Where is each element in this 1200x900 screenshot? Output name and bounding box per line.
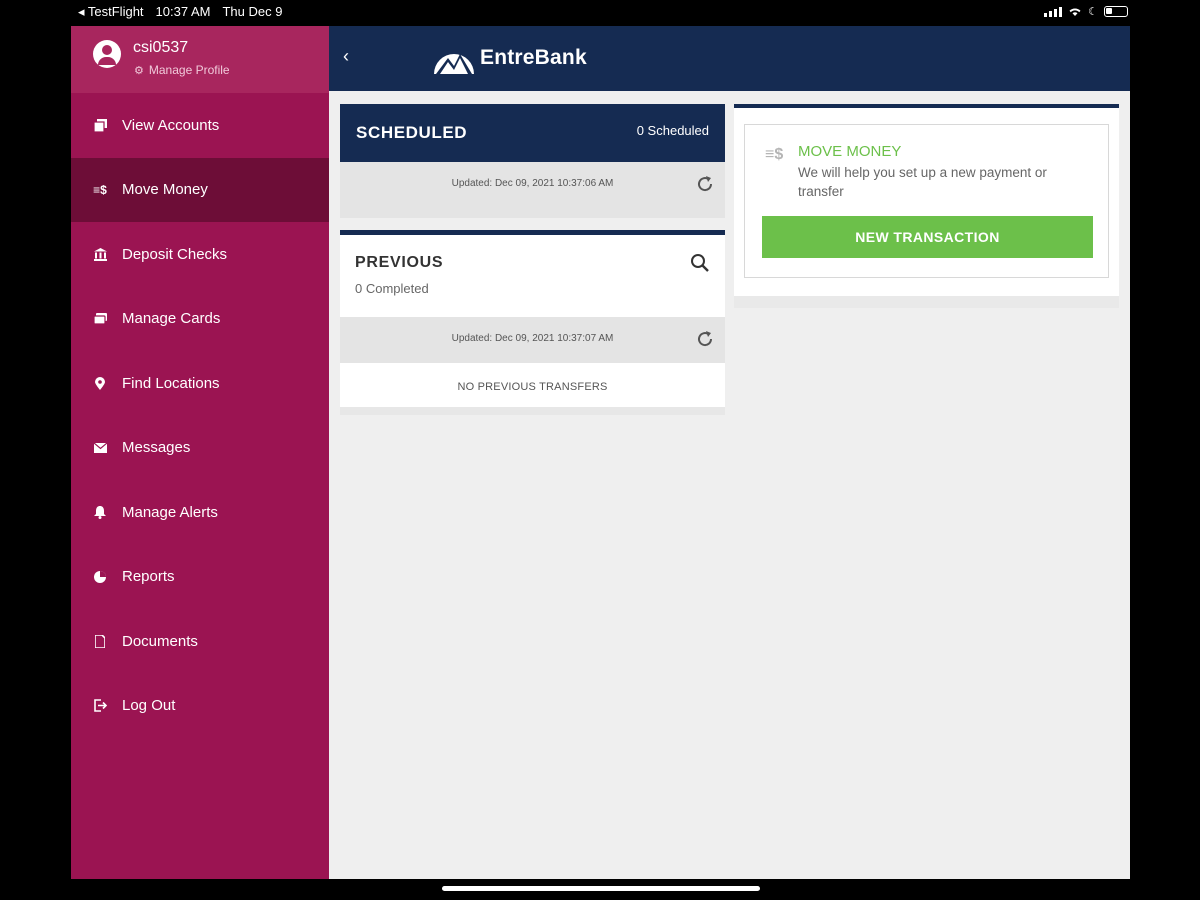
move-money-card: ≡$ MOVE MONEY We will help you set up a …: [734, 104, 1119, 308]
envelope-icon: [93, 441, 107, 455]
sidebar-item-move-money[interactable]: ≡$ Move Money: [71, 157, 329, 222]
scheduled-header: SCHEDULED 0 Scheduled: [340, 104, 725, 162]
sidebar-item-label: Reports: [122, 568, 175, 586]
sidebar-item-label: Manage Cards: [122, 310, 221, 328]
back-chevron-icon[interactable]: ‹: [343, 46, 349, 67]
scheduled-title: SCHEDULED: [356, 123, 468, 142]
sidebar: csi0537 ⚙ Manage Profile View Accounts ≡…: [71, 26, 329, 879]
sidebar-item-find-locations[interactable]: Find Locations: [71, 351, 329, 416]
status-time: 10:37 AM: [155, 4, 211, 19]
move-money-panel: ≡$ MOVE MONEY We will help you set up a …: [744, 124, 1109, 278]
top-bar: ‹ EntreBank: [329, 26, 1130, 91]
card-icon: [93, 312, 107, 326]
move-money-title: MOVE MONEY: [798, 143, 902, 160]
manage-profile-link[interactable]: ⚙ Manage Profile: [134, 63, 230, 77]
app-window: csi0537 ⚙ Manage Profile View Accounts ≡…: [71, 26, 1130, 879]
sidebar-item-label: Documents: [122, 632, 198, 650]
scheduled-updated-row: Updated: Dec 09, 2021 10:37:06 AM: [340, 162, 725, 208]
sidebar-item-manage-cards[interactable]: Manage Cards: [71, 287, 329, 352]
bank-icon: [93, 247, 107, 261]
profile-header[interactable]: csi0537 ⚙ Manage Profile: [71, 26, 329, 93]
pie-chart-icon: [93, 570, 107, 584]
battery-icon: [1104, 6, 1128, 17]
gear-icon: ⚙: [134, 64, 144, 77]
previous-title: PREVIOUS: [355, 254, 444, 271]
previous-updated-row: Updated: Dec 09, 2021 10:37:07 AM: [340, 317, 725, 363]
logout-icon: [93, 699, 107, 713]
wifi-icon: [1069, 8, 1081, 16]
home-indicator[interactable]: [442, 886, 760, 891]
brand-name: EntreBank: [480, 46, 587, 69]
sidebar-item-messages[interactable]: Messages: [71, 416, 329, 481]
scheduled-card: SCHEDULED 0 Scheduled Updated: Dec 09, 2…: [340, 104, 725, 218]
sidebar-item-reports[interactable]: Reports: [71, 545, 329, 610]
sidebar-item-label: Log Out: [122, 697, 176, 715]
status-bar: ◂ TestFlight 10:37 AM Thu Dec 9 ☾: [0, 0, 1200, 24]
sidebar-item-label: Deposit Checks: [122, 245, 228, 263]
location-pin-icon: [93, 376, 107, 390]
avatar-icon: [93, 40, 121, 68]
previous-completed-count: 0 Completed: [355, 281, 429, 296]
sidebar-item-log-out[interactable]: Log Out: [71, 674, 329, 739]
brand-logo: EntreBank: [432, 40, 587, 76]
manage-profile-label: Manage Profile: [148, 63, 230, 77]
transfer-icon: ≡$: [93, 182, 107, 197]
moon-icon: ☾: [1088, 6, 1098, 18]
signal-icon: [1044, 6, 1063, 17]
scheduled-count: 0 Scheduled: [636, 123, 709, 138]
back-to-app-link[interactable]: ◂ TestFlight: [78, 4, 144, 20]
sidebar-item-view-accounts[interactable]: View Accounts: [71, 93, 329, 158]
refresh-icon[interactable]: [695, 174, 715, 194]
username: csi0537: [133, 39, 189, 56]
status-date: Thu Dec 9: [222, 4, 283, 19]
sidebar-item-label: Manage Alerts: [122, 503, 218, 521]
search-icon[interactable]: [689, 252, 711, 274]
sidebar-item-label: Move Money: [122, 181, 208, 199]
card-footer: [340, 407, 725, 415]
move-money-description: We will help you set up a new payment or…: [798, 165, 1047, 199]
scheduled-updated-text: Updated: Dec 09, 2021 10:37:06 AM: [451, 178, 614, 189]
bell-icon: [93, 505, 107, 519]
sidebar-item-label: Messages: [122, 439, 191, 457]
sidebar-item-label: View Accounts: [122, 116, 220, 134]
card-footer: [734, 296, 1119, 308]
previous-updated-text: Updated: Dec 09, 2021 10:37:07 AM: [451, 333, 614, 344]
sidebar-item-label: Find Locations: [122, 374, 220, 392]
sidebar-item-manage-alerts[interactable]: Manage Alerts: [71, 480, 329, 545]
new-transaction-button[interactable]: NEW TRANSACTION: [762, 216, 1093, 258]
sidebar-item-documents[interactable]: Documents: [71, 609, 329, 674]
mountain-logo-icon: [434, 54, 474, 74]
sidebar-item-deposit-checks[interactable]: Deposit Checks: [71, 222, 329, 287]
transfer-icon: ≡$: [765, 146, 784, 163]
previous-card: PREVIOUS 0 Completed Updated: Dec 09, 20…: [340, 230, 725, 415]
refresh-icon[interactable]: [695, 329, 715, 349]
document-icon: [93, 634, 107, 648]
accounts-icon: [93, 118, 107, 132]
no-previous-transfers-text: NO PREVIOUS TRANSFERS: [457, 381, 608, 393]
